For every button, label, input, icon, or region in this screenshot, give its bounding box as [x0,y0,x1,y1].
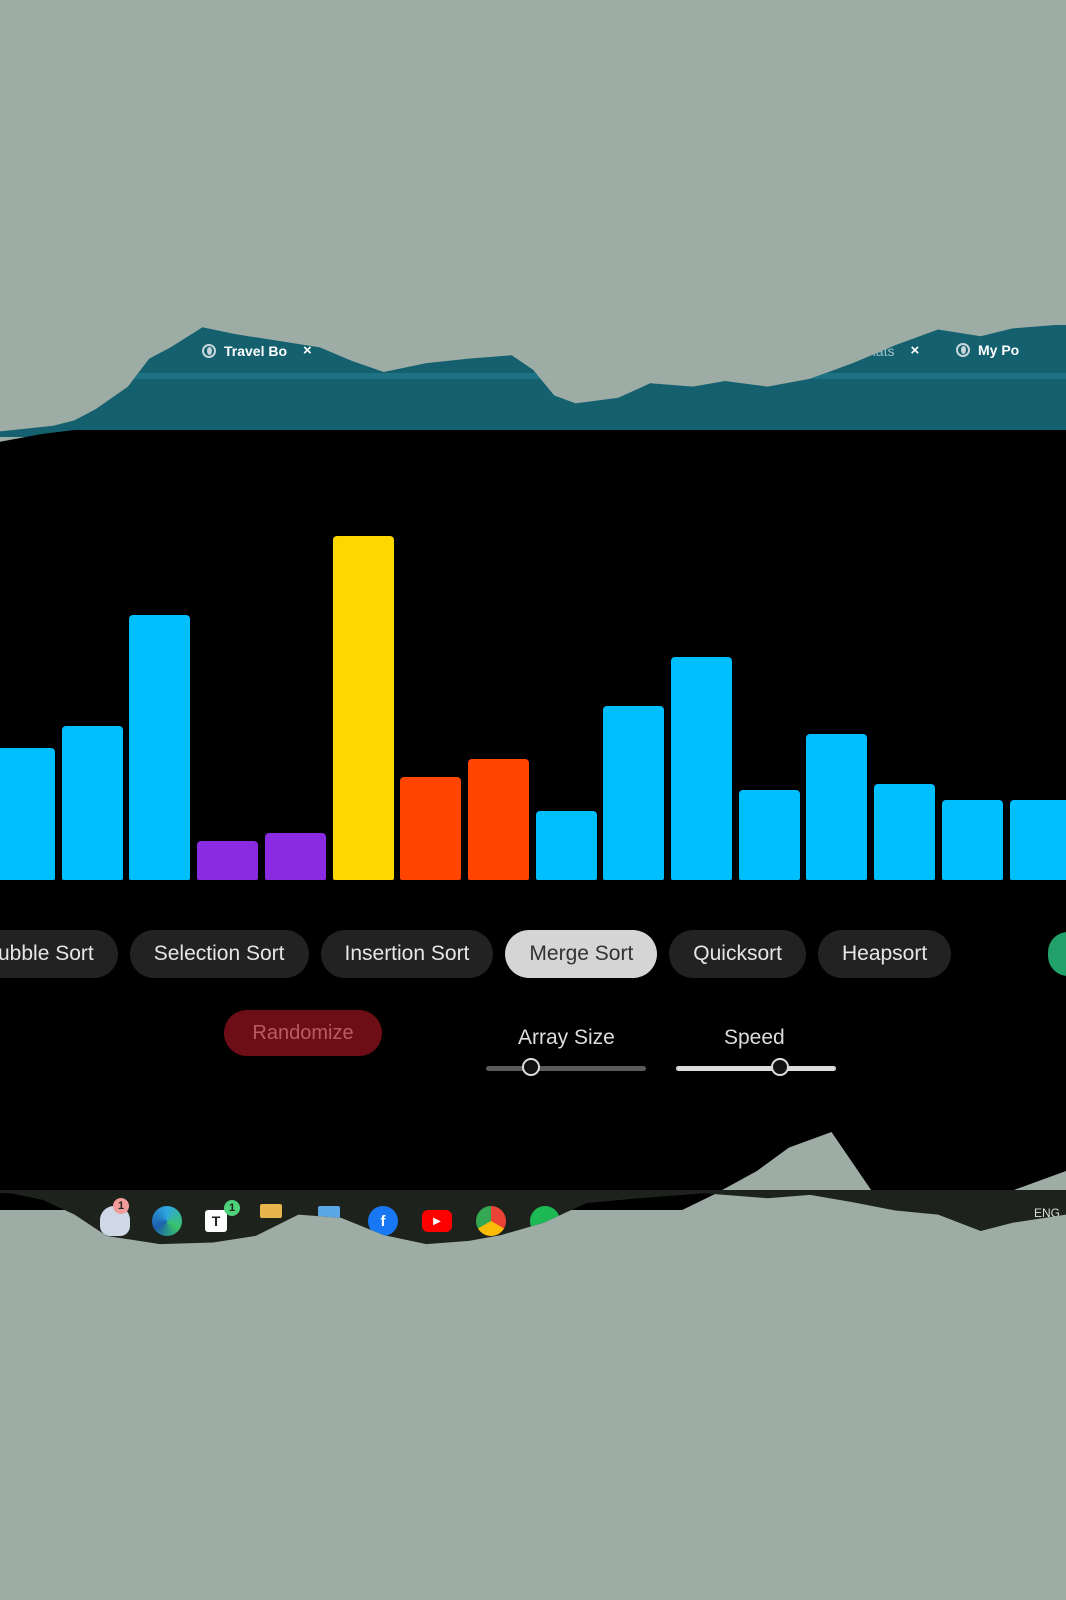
teams-icon[interactable]: T [205,1210,227,1232]
array-bar [400,777,462,880]
tab-be[interactable]: BE [430,342,449,358]
array-bar [874,783,936,880]
bar-chart [0,500,1066,880]
array-size-label: Array Size [518,1026,615,1049]
chrome-icon[interactable] [476,1206,506,1236]
array-bar [0,748,55,880]
speed-slider[interactable] [676,1066,836,1071]
windows-taskbar: 1 T 1 f ▶ ENG [0,1190,1066,1245]
array-bar [941,799,1003,880]
start-button[interactable] [1048,932,1066,976]
close-icon[interactable]: × [910,342,919,359]
algorithm-button-heapsort[interactable]: Heapsort [817,930,952,978]
array-bar [1009,799,1066,880]
facebook-icon[interactable]: f [368,1206,398,1236]
spotify-icon[interactable] [530,1206,560,1236]
array-bar [129,614,191,880]
weather-badge: 1 [113,1198,129,1214]
browser-tab-strip: Travel Bo × BE hats × My Po [0,325,1066,437]
array-bar [332,535,394,880]
array-bar [806,733,868,880]
randomize-button[interactable]: Randomize [224,1010,382,1056]
youtube-icon[interactable]: ▶ [422,1210,452,1232]
algorithm-button-selection-sort[interactable]: Selection Sort [129,930,309,978]
tab-hats[interactable]: hats × [868,342,919,359]
array-bar [603,706,665,880]
tab-label: My Po [978,342,1020,358]
tab-my-po[interactable]: My Po [956,342,1019,358]
folder-icon[interactable] [260,1204,282,1218]
array-bar [467,759,529,880]
algorithm-button-bubble-sort[interactable]: Bubble Sort [0,930,118,978]
array-bar [264,833,326,880]
array-size-slider[interactable] [486,1066,646,1071]
array-bar [671,656,732,880]
algorithm-button-insertion-sort[interactable]: Insertion Sort [320,930,494,978]
array-bar [535,810,597,880]
screenshot-stage: Travel Bo × BE hats × My Po Bubble SortS… [0,0,1066,1600]
array-bar [738,789,800,880]
array-bar [61,725,123,880]
speed-thumb[interactable] [771,1058,789,1076]
algorithm-selector: Bubble SortSelection SortInsertion SortM… [0,930,952,978]
array-size-thumb[interactable] [521,1058,540,1076]
algorithm-button-quicksort[interactable]: Quicksort [669,930,806,978]
tab-label: Travel Bo [224,342,288,359]
globe-icon [956,343,970,357]
tab-label: BE [430,342,450,358]
teams-badge: 1 [224,1200,240,1216]
tab-travel[interactable]: Travel Bo × [202,342,312,359]
speed-label: Speed [724,1026,785,1049]
edge-icon[interactable] [152,1206,182,1236]
close-icon[interactable]: × [303,342,312,359]
tab-label: hats [868,342,895,359]
sorting-visualizer: Bubble SortSelection SortInsertion SortM… [0,430,1066,1210]
language-indicator[interactable]: ENG [1034,1206,1060,1220]
algorithm-button-merge-sort[interactable]: Merge Sort [505,930,658,978]
globe-icon [202,343,216,358]
array-bar [197,841,259,880]
mail-icon[interactable] [318,1206,340,1220]
